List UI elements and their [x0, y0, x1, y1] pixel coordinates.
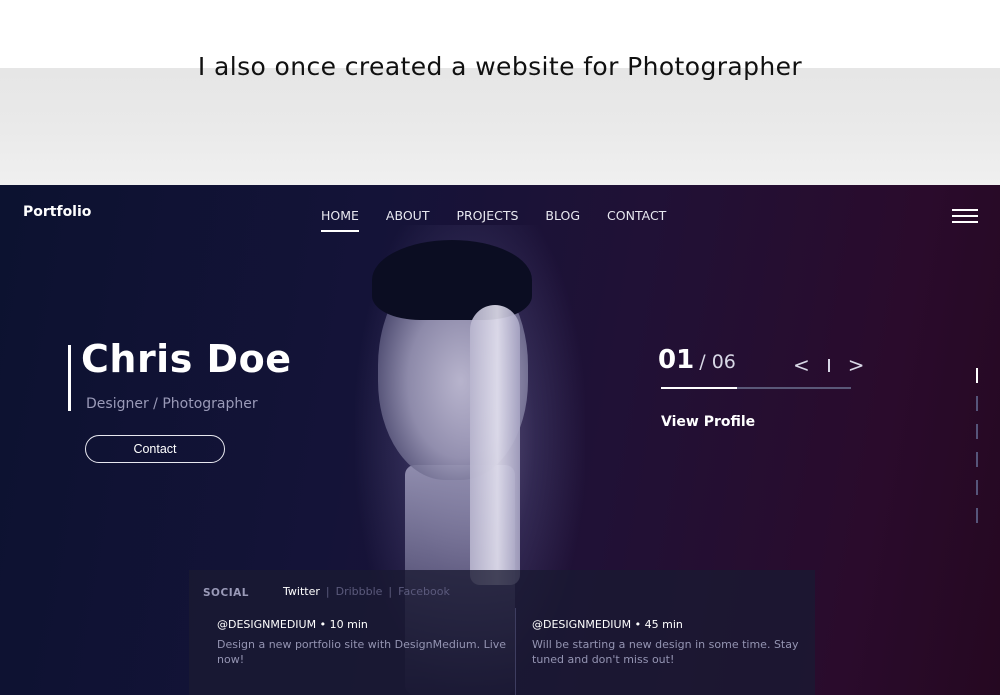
social-post: @DESIGNMEDIUM • 45 min Will be starting … [532, 618, 822, 667]
caption-band [0, 0, 1000, 185]
social-post: @DESIGNMEDIUM • 10 min Design a new port… [217, 618, 507, 667]
chevron-right-icon[interactable]: > [848, 353, 865, 377]
hero-role: Designer / Photographer [86, 396, 258, 412]
scroll-dot[interactable] [976, 480, 978, 495]
brand-logo[interactable]: Portfolio [23, 204, 91, 220]
tab-separator: | [388, 585, 393, 598]
hero-name: Chris Doe [81, 337, 292, 381]
post-text: Design a new portfolio site with DesignM… [217, 638, 507, 666]
scroll-dot[interactable] [976, 424, 978, 439]
slide-progress-track [661, 387, 851, 389]
hero-accent-bar [68, 345, 71, 411]
tab-dribbble[interactable]: Dribbble [336, 585, 383, 598]
nav-blog[interactable]: BLOG [545, 208, 580, 223]
slide-arrows: < > [793, 353, 865, 377]
tab-facebook[interactable]: Facebook [398, 585, 450, 598]
scroll-dot[interactable] [976, 508, 978, 523]
slide-current: 01 [658, 345, 695, 375]
post-time: 45 min [644, 618, 683, 631]
tab-twitter[interactable]: Twitter [283, 585, 320, 598]
post-bullet: • [319, 618, 330, 631]
hero-photo-hand [470, 305, 520, 585]
tab-separator: | [325, 585, 330, 598]
post-header: @DESIGNMEDIUM • 10 min [217, 618, 507, 631]
nav-projects[interactable]: PROJECTS [456, 208, 518, 223]
social-panel: SOCIAL Twitter | Dribbble | Facebook @DE… [189, 570, 815, 695]
slide-progress-fill [661, 387, 737, 389]
slide-total: / 06 [699, 351, 736, 373]
scroll-dot[interactable] [976, 368, 978, 383]
scroll-dot[interactable] [976, 396, 978, 411]
main-nav: HOME ABOUT PROJECTS BLOG CONTACT [321, 208, 666, 232]
arrow-divider [827, 359, 830, 372]
post-header: @DESIGNMEDIUM • 45 min [532, 618, 822, 631]
post-handle[interactable]: @DESIGNMEDIUM [532, 618, 631, 631]
post-text: Will be starting a new design in some ti… [532, 638, 799, 666]
post-time: 10 min [329, 618, 368, 631]
portfolio-website: Portfolio HOME ABOUT PROJECTS BLOG CONTA… [0, 185, 1000, 695]
chevron-left-icon[interactable]: < [793, 353, 810, 377]
hamburger-menu-icon[interactable] [952, 209, 978, 225]
social-tabs: Twitter | Dribbble | Facebook [283, 585, 450, 598]
slide-counter: 01 / 06 [658, 345, 736, 375]
scroll-indicator [976, 368, 980, 536]
post-handle[interactable]: @DESIGNMEDIUM [217, 618, 316, 631]
post-divider [515, 608, 516, 695]
nav-about[interactable]: ABOUT [386, 208, 430, 223]
post-bullet: • [634, 618, 645, 631]
nav-contact[interactable]: CONTACT [607, 208, 666, 223]
caption-text: I also once created a website for Photog… [197, 52, 803, 81]
social-label: SOCIAL [203, 587, 249, 599]
scroll-dot[interactable] [976, 452, 978, 467]
nav-home[interactable]: HOME [321, 208, 359, 232]
contact-button[interactable]: Contact [85, 435, 225, 463]
view-profile-link[interactable]: View Profile [661, 414, 755, 430]
